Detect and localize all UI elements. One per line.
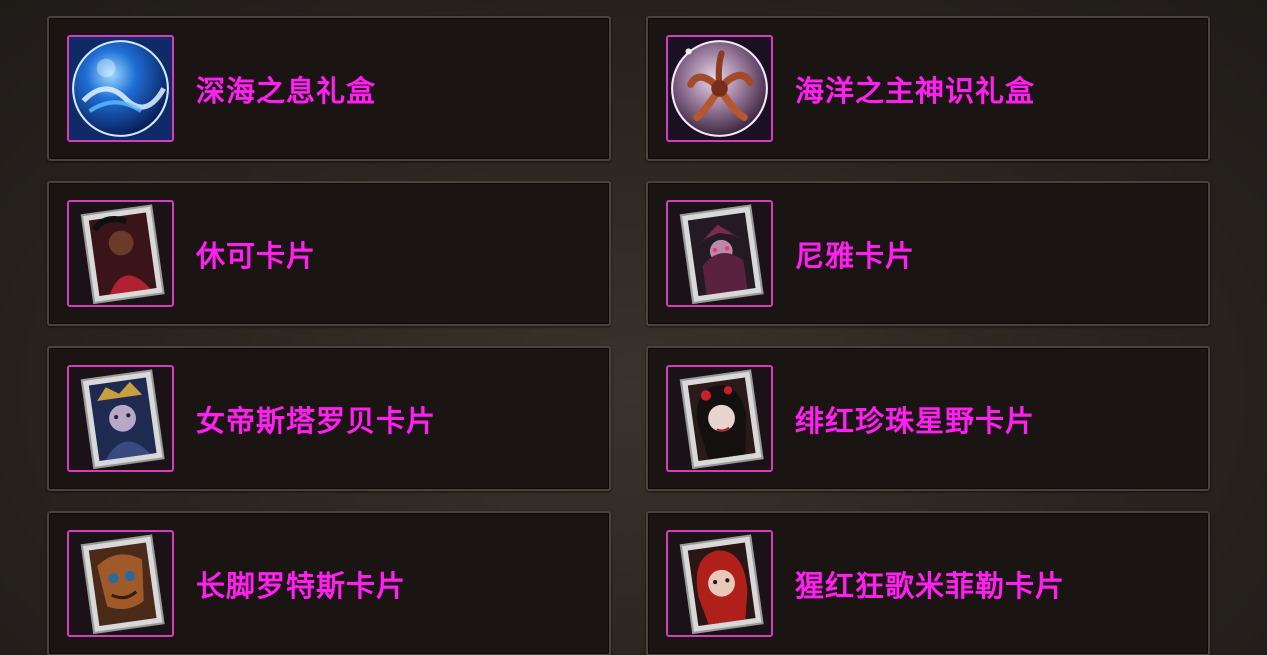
item-list: 深海之息礼盒 海洋之主神识礼盒 休可卡片 尼雅卡片 女帝斯塔罗贝卡片 绯红珍珠星…	[47, 16, 1210, 655]
item-slot-7[interactable]: 猩红狂歌米菲勒卡片	[646, 511, 1210, 655]
item-slot-2[interactable]: 休可卡片	[47, 181, 611, 326]
item-name: 休可卡片	[196, 238, 317, 273]
item-name: 深海之息礼盒	[196, 73, 377, 108]
item-slot-4[interactable]: 女帝斯塔罗贝卡片	[47, 346, 611, 491]
item-name: 海洋之主神识礼盒	[795, 73, 1036, 108]
tentacle-orb-icon	[666, 35, 773, 142]
character-card-icon	[67, 365, 174, 472]
item-name: 绯红珍珠星野卡片	[795, 403, 1036, 438]
ocean-orb-icon	[67, 35, 174, 142]
item-slot-1[interactable]: 海洋之主神识礼盒	[646, 16, 1210, 161]
item-name: 女帝斯塔罗贝卡片	[196, 403, 437, 438]
character-card-icon	[666, 365, 773, 472]
item-name: 尼雅卡片	[795, 238, 916, 273]
character-card-icon	[666, 200, 773, 307]
item-name: 长脚罗特斯卡片	[196, 568, 407, 603]
character-card-icon	[67, 530, 174, 637]
item-name: 猩红狂歌米菲勒卡片	[795, 568, 1066, 603]
item-slot-6[interactable]: 长脚罗特斯卡片	[47, 511, 611, 655]
character-card-icon	[67, 200, 174, 307]
item-slot-5[interactable]: 绯红珍珠星野卡片	[646, 346, 1210, 491]
item-slot-0[interactable]: 深海之息礼盒	[47, 16, 611, 161]
character-card-icon	[666, 530, 773, 637]
item-slot-3[interactable]: 尼雅卡片	[646, 181, 1210, 326]
